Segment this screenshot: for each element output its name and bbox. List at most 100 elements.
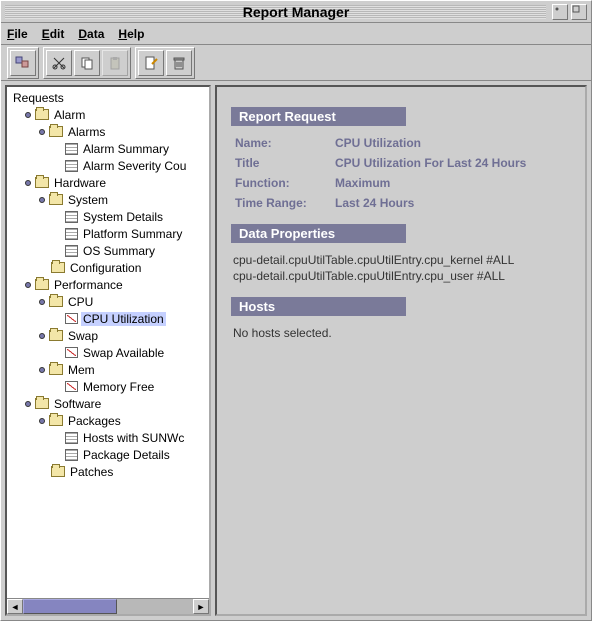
tree-folder-configuration[interactable]: Configuration (39, 259, 209, 276)
tree-folder-software[interactable]: Software (25, 395, 209, 412)
tree-item-os-summary[interactable]: OS Summary (53, 242, 209, 259)
tree-item-alarm-summary[interactable]: Alarm Summary (53, 140, 209, 157)
folder-icon (49, 296, 63, 307)
menu-help[interactable]: Help (118, 27, 144, 41)
chart-icon (65, 347, 78, 358)
report-manager-window: Report Manager File Edit Data Help (0, 0, 592, 621)
expand-toggle-icon[interactable] (39, 333, 45, 339)
expand-toggle-icon[interactable] (39, 129, 45, 135)
edit-button[interactable] (138, 50, 164, 76)
name-label: Name: (235, 136, 335, 150)
paste-button (102, 50, 128, 76)
folder-icon (35, 177, 49, 188)
copy-button[interactable] (74, 50, 100, 76)
scroll-right-button[interactable]: ► (193, 599, 209, 614)
tree-folder-performance[interactable]: Performance (25, 276, 209, 293)
paste-icon (107, 55, 123, 71)
tree: Requests Alarm (7, 87, 209, 598)
tree-horizontal-scrollbar[interactable]: ◄ ► (7, 598, 209, 614)
tree-folder-system[interactable]: System (39, 191, 209, 208)
report-icon (65, 245, 78, 257)
cut-button[interactable] (46, 50, 72, 76)
chart-icon (65, 381, 78, 392)
minimize-button[interactable] (552, 4, 568, 20)
expand-toggle-icon[interactable] (39, 418, 45, 424)
edit-icon (143, 55, 159, 71)
minimize-icon (553, 5, 561, 13)
title-value: CPU Utilization For Last 24 Hours (335, 156, 526, 170)
tree-folder-packages[interactable]: Packages (39, 412, 209, 429)
detail-panel: Report Request Name:CPU Utilization Titl… (215, 85, 587, 616)
titlebar[interactable]: Report Manager (1, 1, 591, 23)
scrollbar-track[interactable] (23, 599, 193, 614)
tree-item-memory-free[interactable]: Memory Free (53, 378, 209, 395)
chart-icon (65, 313, 78, 324)
delete-button[interactable] (166, 50, 192, 76)
tree-item-package-details[interactable]: Package Details (53, 446, 209, 463)
tree-folder-mem[interactable]: Mem (39, 361, 209, 378)
scroll-left-button[interactable]: ◄ (7, 599, 23, 614)
maximize-icon (572, 5, 580, 13)
folder-icon (49, 126, 63, 137)
folder-icon (49, 194, 63, 205)
function-value: Maximum (335, 176, 390, 190)
data-properties-header: Data Properties (231, 224, 406, 243)
folder-icon (49, 364, 63, 375)
folder-icon (35, 279, 49, 290)
expand-toggle-icon[interactable] (39, 299, 45, 305)
titlebar-grip[interactable] (5, 5, 546, 19)
tree-root-requests[interactable]: Requests (11, 89, 209, 106)
content-area: Requests Alarm (1, 81, 591, 620)
menu-edit[interactable]: Edit (42, 27, 65, 41)
report-icon (65, 143, 78, 155)
new-report-button[interactable] (10, 50, 36, 76)
expand-toggle-icon[interactable] (25, 282, 31, 288)
report-request-properties: Name:CPU Utilization TitleCPU Utilizatio… (235, 136, 571, 210)
report-request-header: Report Request (231, 107, 406, 126)
tree-folder-hardware[interactable]: Hardware (25, 174, 209, 191)
name-value: CPU Utilization (335, 136, 421, 150)
maximize-button[interactable] (571, 4, 587, 20)
tree-folder-patches[interactable]: Patches (39, 463, 209, 480)
expand-toggle-icon[interactable] (25, 180, 31, 186)
data-properties-list: cpu-detail.cpuUtilTable.cpuUtilEntry.cpu… (233, 253, 571, 283)
copy-icon (79, 55, 95, 71)
report-icon (65, 449, 78, 461)
tree-item-platform-summary[interactable]: Platform Summary (53, 225, 209, 242)
tree-folder-alarms[interactable]: Alarms (39, 123, 209, 140)
tree-item-cpu-utilization[interactable]: CPU Utilization (53, 310, 209, 327)
trash-icon (171, 55, 187, 71)
report-icon (65, 160, 78, 172)
data-property-item: cpu-detail.cpuUtilTable.cpuUtilEntry.cpu… (233, 269, 571, 283)
folder-icon (35, 109, 49, 120)
expand-toggle-icon[interactable] (25, 401, 31, 407)
folder-icon (49, 330, 63, 341)
tree-folder-alarm[interactable]: Alarm (25, 106, 209, 123)
tree-item-hosts-sunwc[interactable]: Hosts with SUNWc (53, 429, 209, 446)
menubar: File Edit Data Help (1, 23, 591, 45)
tree-item-system-details[interactable]: System Details (53, 208, 209, 225)
hosts-header: Hosts (231, 297, 406, 316)
report-icon (65, 432, 78, 444)
tree-folder-swap[interactable]: Swap (39, 327, 209, 344)
scrollbar-thumb[interactable] (23, 599, 117, 614)
timerange-value: Last 24 Hours (335, 196, 414, 210)
tree-item-swap-available[interactable]: Swap Available (53, 344, 209, 361)
toolbar (1, 45, 591, 81)
expand-toggle-icon[interactable] (25, 112, 31, 118)
timerange-label: Time Range: (235, 196, 335, 210)
tree-item-alarm-severity[interactable]: Alarm Severity Cou (53, 157, 209, 174)
data-property-item: cpu-detail.cpuUtilTable.cpuUtilEntry.cpu… (233, 253, 571, 267)
tree-folder-cpu[interactable]: CPU (39, 293, 209, 310)
title-label: Title (235, 156, 335, 170)
report-icon (65, 228, 78, 240)
scissors-icon (51, 55, 67, 71)
menu-file[interactable]: File (7, 27, 28, 41)
new-report-icon (14, 54, 32, 72)
menu-data[interactable]: Data (78, 27, 104, 41)
folder-icon (49, 415, 63, 426)
function-label: Function: (235, 176, 335, 190)
folder-icon (35, 398, 49, 409)
expand-toggle-icon[interactable] (39, 367, 45, 373)
expand-toggle-icon[interactable] (39, 197, 45, 203)
